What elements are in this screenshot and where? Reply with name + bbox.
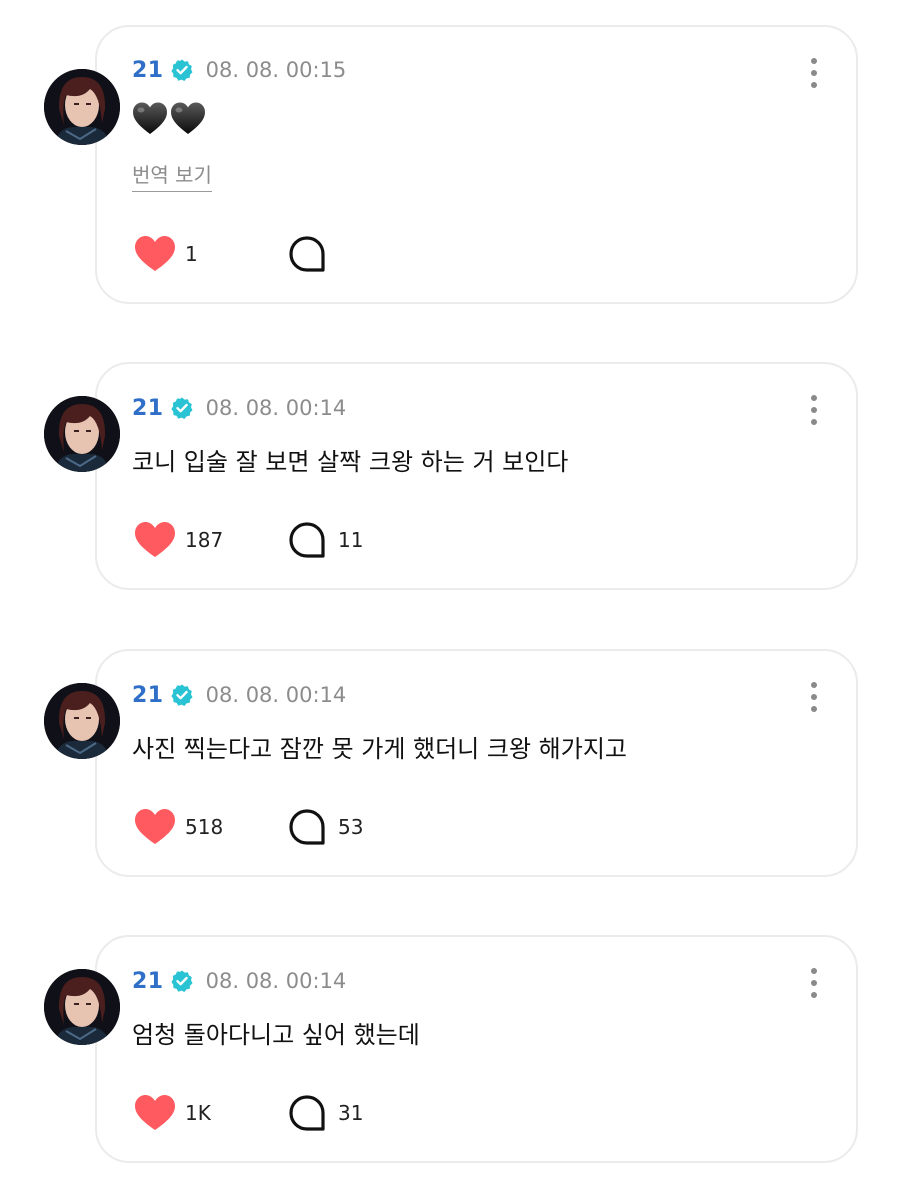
- heart-icon: [135, 1095, 175, 1130]
- more-options-icon[interactable]: [802, 393, 826, 427]
- post-header: 21 08. 08. 00:14: [132, 966, 346, 996]
- verified-badge-icon: [170, 683, 194, 707]
- avatar[interactable]: [44, 683, 120, 759]
- post-card: 21 08. 08. 00:14 엄청 돌아다니고 싶어 했는데 1K 31: [0, 935, 899, 1163]
- like-button[interactable]: 518: [134, 808, 280, 846]
- post-header: 21 08. 08. 00:14: [132, 680, 346, 710]
- verified-badge-icon: [170, 396, 194, 420]
- post-timestamp: 08. 08. 00:15: [205, 58, 347, 82]
- post-card: 21 08. 08. 00:14 사진 찍는다고 잠깐 못 가게 했더니 크왕 …: [0, 649, 899, 877]
- post-header: 21 08. 08. 00:14: [132, 393, 346, 423]
- post-actions: 187 11: [134, 520, 363, 560]
- author-name[interactable]: 21: [132, 58, 164, 83]
- post-card: 21 08. 08. 00:14 코니 입술 잘 보면 살짝 크왕 하는 거 보…: [0, 362, 899, 590]
- black-hearts-emoji: [132, 101, 206, 137]
- verified-badge-icon: [170, 58, 194, 82]
- comment-button[interactable]: 53: [288, 808, 363, 846]
- post-timestamp: 08. 08. 00:14: [205, 396, 347, 420]
- comment-text: 사진 찍는다고 잠깐 못 가게 했더니 크왕 해가지고: [132, 735, 628, 763]
- like-count: 1K: [185, 1101, 211, 1125]
- comment-button[interactable]: [288, 235, 338, 273]
- post-timestamp: 08. 08. 00:14: [205, 969, 347, 993]
- verified-badge-icon: [170, 969, 194, 993]
- comment-button[interactable]: 11: [288, 521, 363, 559]
- post-timestamp: 08. 08. 00:14: [205, 683, 347, 707]
- author-name[interactable]: 21: [132, 683, 164, 708]
- translate-link[interactable]: 번역 보기: [132, 159, 212, 192]
- post-card: 21 08. 08. 00:15 번역 보기 1: [0, 25, 899, 304]
- more-options-icon[interactable]: [802, 56, 826, 90]
- speech-bubble-icon: [289, 1095, 325, 1131]
- author-name[interactable]: 21: [132, 396, 164, 421]
- avatar[interactable]: [44, 969, 120, 1045]
- more-options-icon[interactable]: [802, 680, 826, 714]
- like-count: 1: [185, 242, 198, 266]
- like-button[interactable]: 1: [134, 235, 280, 273]
- more-options-icon[interactable]: [802, 966, 826, 1000]
- post-actions: 1: [134, 234, 325, 274]
- speech-bubble-icon: [289, 236, 325, 272]
- post-actions: 518 53: [134, 807, 363, 847]
- like-count: 518: [185, 815, 224, 839]
- author-name[interactable]: 21: [132, 969, 164, 994]
- like-count: 187: [185, 528, 224, 552]
- comment-count: 53: [338, 815, 364, 839]
- comment-text: 코니 입술 잘 보면 살짝 크왕 하는 거 보인다: [132, 448, 569, 476]
- comment-count: 31: [338, 1101, 364, 1125]
- like-button[interactable]: 187: [134, 521, 280, 559]
- post-header: 21 08. 08. 00:15: [132, 55, 346, 85]
- like-button[interactable]: 1K: [134, 1094, 280, 1132]
- comment-button[interactable]: 31: [288, 1094, 363, 1132]
- post-actions: 1K 31: [134, 1093, 363, 1133]
- comment-feed: 21 08. 08. 00:15 번역 보기 1 21 08. 08. 00:1…: [0, 0, 899, 1199]
- speech-bubble-icon: [289, 809, 325, 845]
- heart-icon: [135, 809, 175, 844]
- heart-icon: [135, 522, 175, 557]
- avatar[interactable]: [44, 69, 120, 145]
- speech-bubble-icon: [289, 522, 325, 558]
- heart-icon: [135, 236, 175, 271]
- comment-text: 엄청 돌아다니고 싶어 했는데: [132, 1021, 420, 1049]
- comment-count: 11: [338, 528, 364, 552]
- avatar[interactable]: [44, 396, 120, 472]
